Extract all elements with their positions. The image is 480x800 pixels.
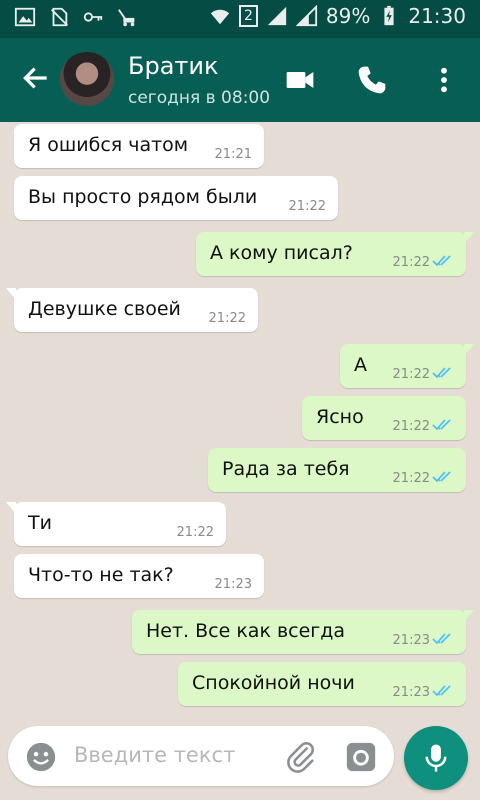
message-outgoing[interactable]: А 21:22 [340, 344, 474, 388]
message-outgoing[interactable]: А кому писал? 21:22 [196, 232, 474, 276]
message-incoming[interactable]: Что-то не так? 21:23 [14, 554, 264, 598]
message-time: 21:22 [288, 199, 326, 214]
message-text: Что-то не так? [28, 564, 174, 586]
message-time: 21:21 [214, 147, 252, 162]
attach-icon[interactable] [284, 740, 318, 774]
message-time: 21:23 [392, 633, 430, 648]
message-text: Девушке своей [28, 298, 181, 320]
sim-badge: 2 [238, 5, 258, 27]
camera-icon[interactable] [344, 740, 378, 774]
message-time: 21:23 [214, 577, 252, 592]
message-time: 21:22 [176, 525, 214, 540]
composer-bar: Введите текст [0, 720, 480, 800]
chat-header: Братик сегодня в 08:00 [0, 38, 480, 122]
read-ticks-icon [432, 367, 451, 379]
message-outgoing[interactable]: Нет. Все как всегда 21:23 [132, 610, 474, 654]
message-time: 21:23 [392, 685, 430, 700]
mower-icon [117, 9, 135, 27]
message-outgoing[interactable]: Рада за тебя 21:22 [208, 448, 466, 492]
voice-record-button[interactable] [404, 726, 468, 790]
message-incoming[interactable]: Девушке своей 21:22 [6, 288, 258, 332]
gallery-icon [14, 7, 36, 27]
message-input[interactable]: Введите текст [8, 726, 394, 786]
no-sim-icon [51, 7, 68, 27]
status-notifications [14, 6, 138, 28]
status-system: 2 89% 21:30 [209, 4, 466, 28]
phone-icon[interactable] [356, 64, 388, 96]
read-ticks-icon [432, 471, 451, 483]
message-text: Нет. Все как всегда [146, 620, 346, 642]
bubble-tail [464, 344, 474, 356]
last-seen: сегодня в 08:00 [128, 88, 271, 108]
message-time: 21:22 [392, 419, 430, 434]
signal-icon-2 [295, 5, 317, 27]
status-time: 21:30 [408, 4, 466, 28]
wifi-icon [210, 9, 230, 25]
read-ticks-icon [432, 255, 451, 267]
read-ticks-icon [432, 419, 451, 431]
more-vert-icon[interactable] [428, 64, 460, 96]
message-time: 21:22 [392, 471, 430, 486]
contact-name[interactable]: Братик [128, 52, 218, 80]
message-outgoing[interactable]: Ясно 21:22 [302, 396, 466, 440]
message-time: 21:22 [208, 311, 246, 326]
battery-percent: 89% [325, 4, 371, 28]
bubble-tail [464, 610, 474, 622]
message-text: Ти [28, 512, 52, 534]
message-incoming[interactable]: Вы просто рядом были 21:22 [14, 176, 338, 220]
avatar[interactable] [60, 52, 114, 106]
bubble-tail [464, 232, 474, 244]
message-text: Вы просто рядом были [28, 186, 258, 208]
message-text: Я ошибся чатом [28, 134, 189, 156]
battery-icon [384, 5, 394, 26]
signal-icon [267, 6, 287, 26]
mic-icon [425, 744, 447, 772]
message-outgoing[interactable]: Спокойной ночи 21:23 [178, 662, 466, 706]
message-text: Рада за тебя [222, 458, 350, 480]
message-time: 21:22 [392, 255, 430, 270]
read-ticks-icon [432, 633, 451, 645]
message-incoming[interactable]: Я ошибся чатом 21:21 [14, 124, 264, 168]
read-ticks-icon [432, 685, 451, 697]
bubble-tail [6, 502, 16, 514]
message-input-placeholder: Введите текст [74, 743, 236, 767]
bubble-tail [6, 288, 16, 300]
message-text: А [354, 354, 367, 376]
video-call-icon[interactable] [284, 64, 316, 96]
back-arrow-icon[interactable] [20, 62, 52, 94]
key-icon [83, 12, 103, 22]
message-incoming[interactable]: Ти 21:22 [6, 502, 226, 546]
emoji-icon[interactable] [24, 740, 58, 774]
message-time: 21:22 [392, 367, 430, 382]
message-list[interactable]: Я ошибся чатом 21:21 Вы просто рядом был… [0, 122, 480, 720]
message-text: Спокойной ночи [192, 672, 355, 694]
message-text: А кому писал? [210, 242, 353, 264]
message-text: Ясно [316, 406, 364, 428]
status-bar: 2 89% 21:30 [0, 0, 480, 38]
